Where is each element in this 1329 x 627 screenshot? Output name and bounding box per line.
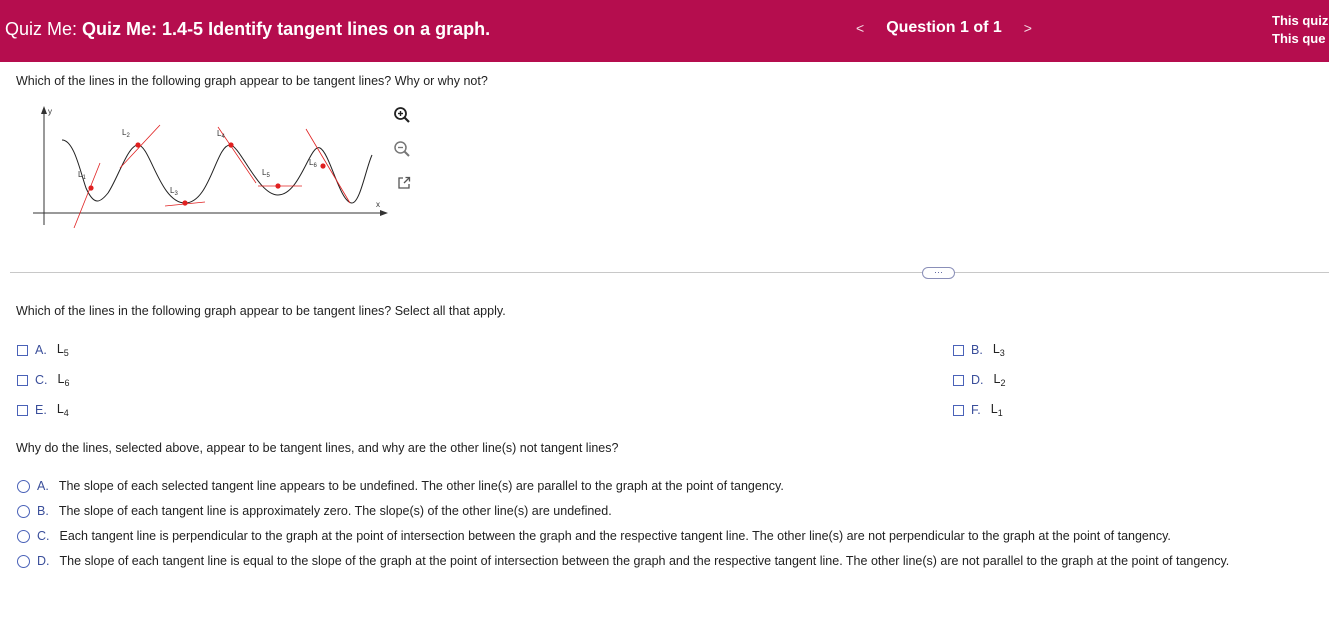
zoom-out-icon [394,141,410,157]
quiz-info-text: This quiz This que [1272,12,1328,48]
expand-more-button[interactable]: ··· [922,267,955,279]
y-axis-arrow [41,106,47,114]
option-letter: D. [37,554,50,568]
part2-prompt: Why do the lines, selected above, appear… [16,441,619,455]
zoom-out-button[interactable] [391,138,413,160]
radio-button[interactable] [17,504,30,518]
question-intro: Which of the lines in the following grap… [16,74,488,88]
graph-label-l2: L2 [122,128,130,139]
option-letter: D. [971,373,984,387]
point-l4 [228,142,234,148]
quiz-title: Quiz Me: 1.4-5 Identify tangent lines on… [82,19,491,39]
sine-graph: y x L1 L2 L3 L4 L5 L6 [33,106,388,228]
graph-label-l5: L5 [262,168,270,179]
option-letter: A. [35,343,47,357]
reason-option-a[interactable]: A. The slope of each selected tangent li… [17,479,784,493]
checkbox[interactable] [953,374,964,386]
radio-button[interactable] [17,554,30,568]
option-f-l1[interactable]: F. L1 [953,402,1003,418]
graph-label-l6: L6 [309,158,317,169]
question-navigator: < Question 1 of 1 > [848,19,1040,37]
option-text: The slope of each tangent line is equal … [59,554,1230,568]
option-letter: B. [971,343,983,357]
checkbox[interactable] [17,344,28,356]
next-question-button[interactable]: > [1016,20,1040,36]
point-l1 [88,185,94,191]
quiz-title-area: Quiz Me: Quiz Me: 1.4-5 Identify tangent… [5,19,490,40]
option-letter: B. [37,504,49,518]
part1-prompt: Which of the lines in the following grap… [16,304,506,318]
point-l3 [182,200,188,206]
graph-label-l1: L1 [78,170,86,181]
option-text: The slope of each tangent line is approx… [58,504,612,518]
x-axis-arrow [380,210,388,216]
radio-button[interactable] [17,529,30,543]
quiz-info-line-2: This que [1272,31,1326,46]
graph-label-l4: L4 [217,129,225,140]
radio-button[interactable] [17,479,30,493]
option-b-l3[interactable]: B. L3 [953,342,1005,358]
quiz-info-line-1: This quiz [1272,13,1329,28]
section-divider [10,272,1329,273]
option-value: L3 [992,342,1005,358]
option-letter: A. [37,479,49,493]
option-value: L5 [56,342,69,358]
checkbox[interactable] [953,404,964,416]
point-l5 [275,183,281,189]
point-l2 [135,142,141,148]
checkbox[interactable] [17,404,28,416]
reason-option-b[interactable]: B. The slope of each tangent line is app… [17,504,612,518]
y-axis-label: y [48,107,52,116]
option-text: Each tangent line is perpendicular to th… [59,529,1171,543]
quiz-prefix-label: Quiz Me: [5,19,78,39]
option-text: The slope of each selected tangent line … [58,479,784,493]
expand-icon [398,176,411,189]
question-counter[interactable]: Question 1 of 1 [872,19,1016,37]
sine-curve [61,139,373,204]
option-a-l5[interactable]: A. L5 [17,342,69,358]
option-value: L4 [56,402,69,418]
point-l6 [320,163,326,169]
option-e-l4[interactable]: E. L4 [17,402,69,418]
zoom-in-icon [394,107,410,123]
checkbox[interactable] [953,344,964,356]
expand-graph-button[interactable] [393,172,415,194]
x-axis-label: x [376,200,380,209]
zoom-in-button[interactable] [391,104,413,126]
option-letter: C. [35,373,48,387]
reason-option-d[interactable]: D. The slope of each tangent line is equ… [17,554,1229,568]
checkbox[interactable] [17,374,28,386]
option-d-l2[interactable]: D. L2 [953,372,1005,388]
option-letter: E. [35,403,47,417]
option-letter: F. [971,403,981,417]
option-value: L2 [993,372,1006,388]
graph-label-l3: L3 [170,186,178,197]
option-letter: C. [37,529,50,543]
option-value: L6 [57,372,70,388]
option-c-l6[interactable]: C. L6 [17,372,69,388]
quiz-header: Quiz Me: Quiz Me: 1.4-5 Identify tangent… [0,0,1329,62]
reason-option-c[interactable]: C. Each tangent line is perpendicular to… [17,529,1171,543]
prev-question-button[interactable]: < [848,20,872,36]
option-value: L1 [990,402,1003,418]
